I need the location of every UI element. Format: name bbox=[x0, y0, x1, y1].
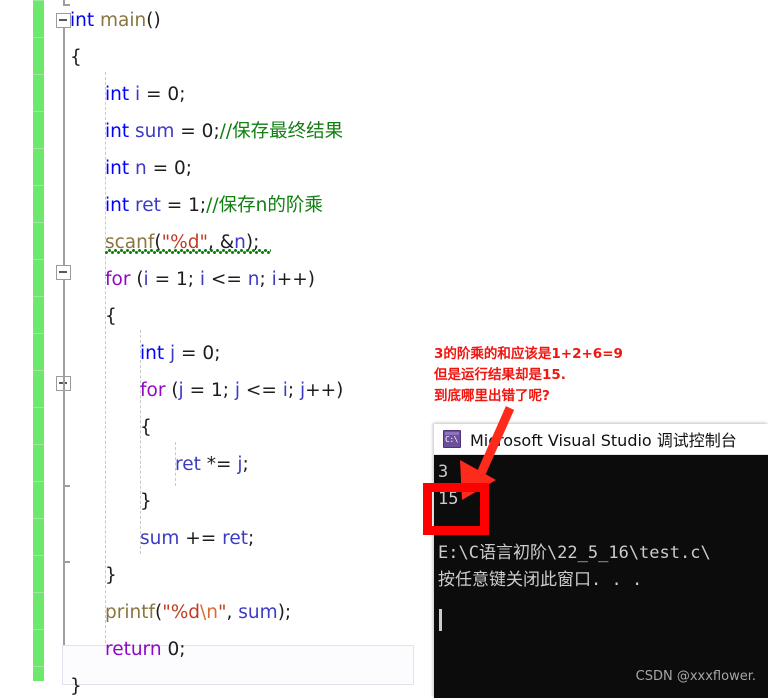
code-token-fn: main bbox=[100, 10, 147, 31]
code-token-plain: ( bbox=[165, 380, 179, 401]
error-squiggle bbox=[105, 249, 271, 254]
code-token-plain: *= bbox=[200, 454, 238, 475]
red-highlight-rectangle bbox=[423, 483, 489, 535]
code-token-id: n bbox=[135, 158, 147, 179]
code-token-plain: () bbox=[146, 10, 161, 31]
code-token-ctrl: return bbox=[105, 639, 162, 660]
code-token-plain: ++) bbox=[276, 269, 315, 290]
code-line[interactable]: sum += ret; bbox=[140, 520, 254, 557]
code-token-kw: int bbox=[105, 195, 130, 216]
code-token-id: n bbox=[247, 269, 260, 290]
change-tracking-bar bbox=[33, 0, 44, 681]
code-token-plain: ( bbox=[130, 269, 144, 290]
code-token-brace: } bbox=[140, 491, 152, 512]
code-token-kw: int bbox=[105, 121, 130, 142]
code-line[interactable]: { bbox=[70, 39, 82, 76]
code-line[interactable]: int main() bbox=[70, 2, 161, 39]
code-token-plain: <= bbox=[239, 380, 283, 401]
code-line[interactable]: } bbox=[105, 557, 117, 594]
outlining-margin[interactable] bbox=[52, 0, 76, 698]
code-token-plain: 0; bbox=[161, 639, 186, 660]
code-line[interactable]: printf("%d\n", sum); bbox=[105, 594, 291, 631]
code-token-kw: int bbox=[140, 343, 165, 364]
code-token-plain: = 0; bbox=[146, 158, 193, 179]
code-line[interactable]: int i = 0; bbox=[105, 76, 185, 113]
code-token-plain: = 1; bbox=[183, 380, 235, 401]
code-token-ctrl: for bbox=[105, 269, 131, 290]
code-line[interactable]: int ret = 1;//保存n的阶乘 bbox=[105, 187, 323, 224]
code-line[interactable]: int n = 0; bbox=[105, 150, 192, 187]
code-token-plain: = 0; bbox=[140, 84, 186, 105]
code-token-cmt: //保存n的阶乘 bbox=[206, 195, 323, 216]
code-token-plain: ++) bbox=[305, 380, 344, 401]
code-token-plain: = 0; bbox=[175, 343, 221, 364]
code-token-plain: = 0; bbox=[174, 121, 220, 142]
code-token-brace: { bbox=[140, 417, 152, 438]
code-token-brace: { bbox=[105, 306, 117, 327]
code-token-cmt: //保存最终结果 bbox=[219, 121, 344, 142]
code-line[interactable]: ret *= j; bbox=[175, 446, 249, 483]
code-token-id: sum bbox=[135, 121, 175, 142]
code-line[interactable]: int sum = 0;//保存最终结果 bbox=[105, 113, 343, 150]
fold-toggle-main[interactable] bbox=[56, 13, 71, 28]
screenshot-root: int main(){int i = 0; int sum = 0;//保存最终结… bbox=[0, 0, 768, 698]
code-token-plain: += bbox=[179, 528, 223, 549]
fold-toggle-outer-for[interactable] bbox=[56, 265, 71, 280]
annotation-line-2: 但是运行结果却是15. bbox=[434, 367, 566, 383]
code-line[interactable]: scanf("%d", &n); bbox=[105, 224, 259, 261]
code-token-esc: \n bbox=[200, 602, 219, 623]
code-token-plain: ; bbox=[248, 528, 255, 549]
code-token-str: "%d bbox=[162, 602, 201, 623]
code-line[interactable]: } bbox=[70, 668, 82, 698]
code-token-plain: ; bbox=[242, 454, 249, 475]
code-token-ctrl: for bbox=[140, 380, 166, 401]
code-line[interactable]: for (i = 1; i <= n; i++) bbox=[105, 261, 315, 298]
code-line[interactable]: int j = 0; bbox=[140, 335, 220, 372]
code-token-plain: ; bbox=[259, 269, 272, 290]
code-token-plain: ); bbox=[277, 602, 292, 623]
code-token-plain: , bbox=[226, 602, 239, 623]
code-token-kw: int bbox=[105, 84, 130, 105]
code-token-id: ret bbox=[175, 454, 201, 475]
code-token-id: ret bbox=[222, 528, 248, 549]
console-cursor bbox=[439, 609, 442, 631]
code-line[interactable]: for (j = 1; j <= i; j++) bbox=[140, 372, 343, 409]
code-token-plain: = 1; bbox=[160, 195, 207, 216]
code-token-str: " bbox=[218, 602, 227, 623]
code-token-brace: { bbox=[70, 47, 82, 68]
code-token-brace: } bbox=[105, 565, 117, 586]
code-line[interactable]: { bbox=[105, 298, 117, 335]
annotation-line-1: 3的阶乘的和应该是1+2+6=9 bbox=[434, 346, 623, 362]
code-token-id: ret bbox=[135, 195, 161, 216]
code-line[interactable]: } bbox=[140, 483, 152, 520]
csdn-watermark: CSDN @xxxflower. bbox=[635, 669, 756, 684]
code-token-plain: ; bbox=[287, 380, 301, 401]
code-token-fn: printf bbox=[105, 602, 155, 623]
code-token-id: sum bbox=[140, 528, 180, 549]
code-line[interactable]: { bbox=[140, 409, 152, 446]
code-token-kw: int bbox=[70, 10, 95, 31]
code-token-kw: int bbox=[105, 158, 130, 179]
code-token-brace: } bbox=[70, 676, 82, 697]
code-token-plain: = 1; bbox=[148, 269, 200, 290]
code-token-id: sum bbox=[238, 602, 278, 623]
code-token-plain: <= bbox=[204, 269, 248, 290]
code-line[interactable]: return 0; bbox=[105, 631, 185, 668]
